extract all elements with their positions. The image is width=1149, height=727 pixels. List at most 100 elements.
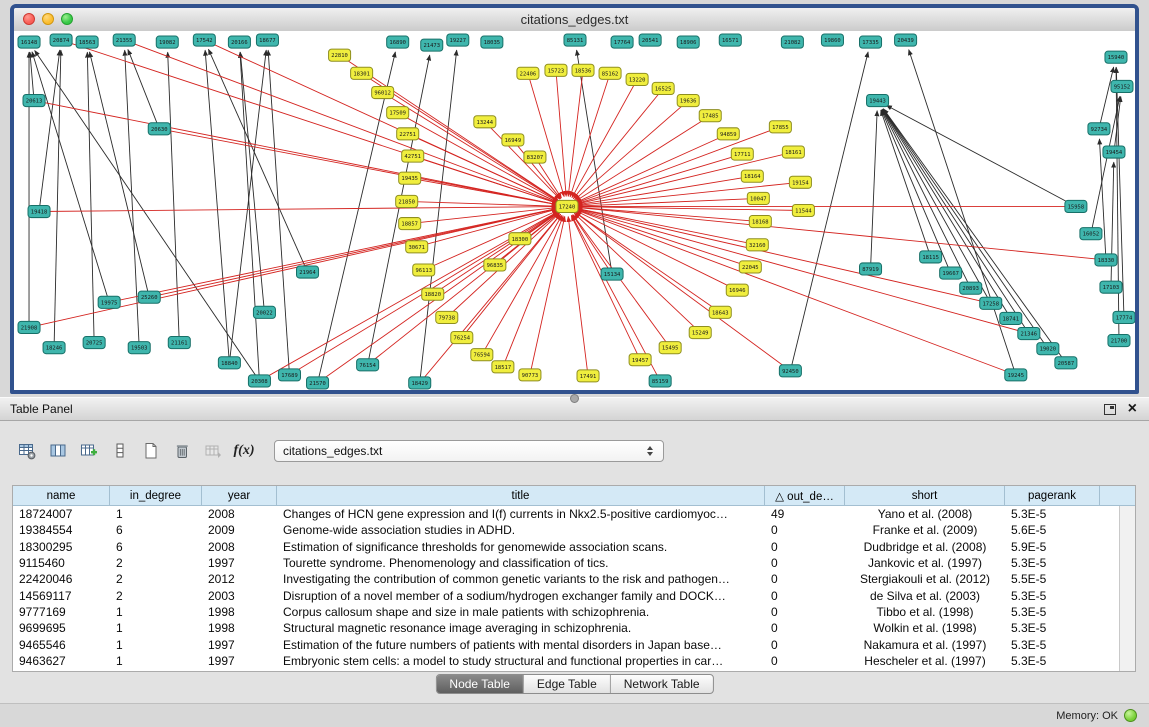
column-header-pagerank[interactable]: pagerank	[1005, 486, 1100, 506]
import-table-button[interactable]	[200, 438, 226, 464]
column-header-title[interactable]: title	[277, 486, 765, 506]
cell-in_degree: 1	[110, 621, 202, 635]
cell-title: Changes of HCN gene expression and I(f) …	[277, 507, 765, 521]
table-row[interactable]: 911546021997Tourette syndrome. Phenomeno…	[13, 555, 1120, 571]
svg-text:18840: 18840	[221, 361, 238, 367]
minimize-window-button[interactable]	[42, 13, 54, 25]
cell-title: Genome-wide association studies in ADHD.	[277, 523, 765, 537]
memory-status-label: Memory: OK	[1056, 710, 1118, 722]
column-header-name[interactable]: name	[13, 486, 110, 506]
tab-node-table[interactable]: Node Table	[436, 675, 523, 693]
cell-title: Estimation of significance thresholds fo…	[277, 540, 765, 554]
svg-text:21850: 21850	[398, 199, 415, 205]
cell-short: Wolkin et al. (1998)	[845, 621, 1005, 635]
svg-text:95152: 95152	[1114, 84, 1131, 90]
delete-table-button[interactable]	[169, 438, 195, 464]
cell-title: Structural magnetic resonance image aver…	[277, 621, 765, 635]
svg-text:18643: 18643	[712, 310, 729, 316]
table-toolbar: f(x) citations_edges.txt	[14, 435, 664, 467]
table-row[interactable]: 969969511998Structural magnetic resonanc…	[13, 620, 1120, 636]
cell-pagerank: 5.3E-5	[1005, 621, 1100, 635]
svg-text:19457: 19457	[632, 358, 649, 364]
cell-name: 22420046	[13, 572, 110, 586]
cell-pagerank: 5.6E-5	[1005, 523, 1100, 537]
cell-out_degree: 0	[765, 654, 845, 668]
table-row[interactable]: 2242004622012Investigating the contribut…	[13, 571, 1120, 587]
cell-title: Estimation of the future numbers of pati…	[277, 638, 765, 652]
svg-text:22406: 22406	[520, 71, 537, 77]
svg-text:18330: 18330	[1098, 258, 1115, 264]
cell-in_degree: 1	[110, 507, 202, 521]
svg-text:32160: 32160	[749, 243, 766, 249]
svg-text:19082: 19082	[159, 40, 176, 46]
svg-text:17485: 17485	[702, 114, 719, 120]
svg-text:16890: 16890	[389, 40, 406, 46]
svg-text:20308: 20308	[251, 379, 268, 385]
function-builder-button[interactable]: f(x)	[231, 438, 257, 464]
network-canvas[interactable]: 1614820874185632135519082175422016618677…	[14, 31, 1135, 390]
close-window-button[interactable]	[23, 13, 35, 25]
close-panel-icon[interactable]: ×	[1128, 402, 1137, 416]
zoom-window-button[interactable]	[61, 13, 73, 25]
network-window-titlebar[interactable]: citations_edges.txt	[14, 8, 1135, 32]
svg-text:19154: 19154	[792, 180, 809, 186]
window-controls	[23, 13, 73, 25]
svg-text:21700: 21700	[1111, 339, 1128, 345]
table-row[interactable]: 1938455462009Genome-wide association stu…	[13, 522, 1120, 538]
svg-text:17509: 17509	[389, 111, 406, 117]
svg-text:17491: 17491	[580, 374, 597, 380]
citation-network-graph[interactable]: 1614820874185632135519082175422016618677…	[14, 31, 1135, 390]
splitter-handle[interactable]	[570, 394, 579, 403]
table-row[interactable]: 1456911722003Disruption of a novel membe…	[13, 587, 1120, 603]
column-header-in_degree[interactable]: in_degree	[110, 486, 202, 506]
cell-name: 18300295	[13, 540, 110, 554]
table-body: 1872400712008Changes of HCN gene express…	[13, 506, 1120, 671]
new-table-button[interactable]	[138, 438, 164, 464]
cell-pagerank: 5.5E-5	[1005, 572, 1100, 586]
table-settings-icon	[18, 442, 36, 460]
table-row[interactable]: 1830029562008Estimation of significance …	[13, 539, 1120, 555]
cell-year: 2009	[202, 523, 277, 537]
svg-text:21161: 21161	[171, 341, 188, 347]
svg-text:76594: 76594	[474, 353, 491, 359]
function-icon: f(x)	[234, 443, 255, 459]
svg-text:20587: 20587	[1058, 361, 1075, 367]
network-view-window: citations_edges.txt 16148208741856321355…	[10, 4, 1139, 394]
svg-text:16946: 16946	[729, 288, 746, 294]
network-table-selector[interactable]: citations_edges.txt	[274, 440, 664, 462]
svg-text:18536: 18536	[575, 68, 592, 74]
svg-text:21082: 21082	[784, 40, 801, 46]
table-row[interactable]: 946362711997Embryonic stem cells: a mode…	[13, 653, 1120, 669]
svg-text:15958: 15958	[1068, 204, 1085, 210]
cell-short: de Silva et al. (2003)	[845, 589, 1005, 603]
table-row[interactable]: 946554611997Estimation of the future num…	[13, 636, 1120, 652]
cell-short: Yano et al. (2008)	[845, 507, 1005, 521]
column-header-filler	[1100, 486, 1135, 506]
svg-text:18563: 18563	[79, 40, 96, 46]
float-panel-icon[interactable]	[1104, 404, 1116, 415]
show-columns-button[interactable]	[45, 438, 71, 464]
column-header-short[interactable]: short	[845, 486, 1005, 506]
svg-text:85131: 85131	[567, 38, 584, 44]
create-column-button[interactable]	[76, 438, 102, 464]
vertical-scrollbar[interactable]	[1119, 506, 1135, 671]
svg-text:19975: 19975	[101, 300, 118, 306]
svg-text:17240: 17240	[559, 204, 576, 210]
svg-text:20439: 20439	[897, 38, 914, 44]
column-header-out_degree[interactable]: △ out_de…	[765, 486, 845, 506]
svg-text:22045: 22045	[742, 265, 759, 271]
row-height-button[interactable]	[107, 438, 133, 464]
svg-text:18161: 18161	[785, 150, 802, 156]
svg-text:20893: 20893	[962, 286, 979, 292]
column-header-year[interactable]: year	[202, 486, 277, 506]
cell-name: 9463627	[13, 654, 110, 668]
table-row[interactable]: 977716911998Corpus callosum shape and si…	[13, 604, 1120, 620]
table-settings-button[interactable]	[14, 438, 40, 464]
cell-in_degree: 1	[110, 654, 202, 668]
tab-edge-table[interactable]: Edge Table	[523, 675, 610, 693]
svg-text:25260: 25260	[141, 295, 158, 301]
table-row[interactable]: 1872400712008Changes of HCN gene express…	[13, 506, 1120, 522]
tab-network-table[interactable]: Network Table	[610, 675, 713, 693]
svg-text:11544: 11544	[795, 209, 812, 215]
svg-text:15940: 15940	[1108, 55, 1125, 61]
